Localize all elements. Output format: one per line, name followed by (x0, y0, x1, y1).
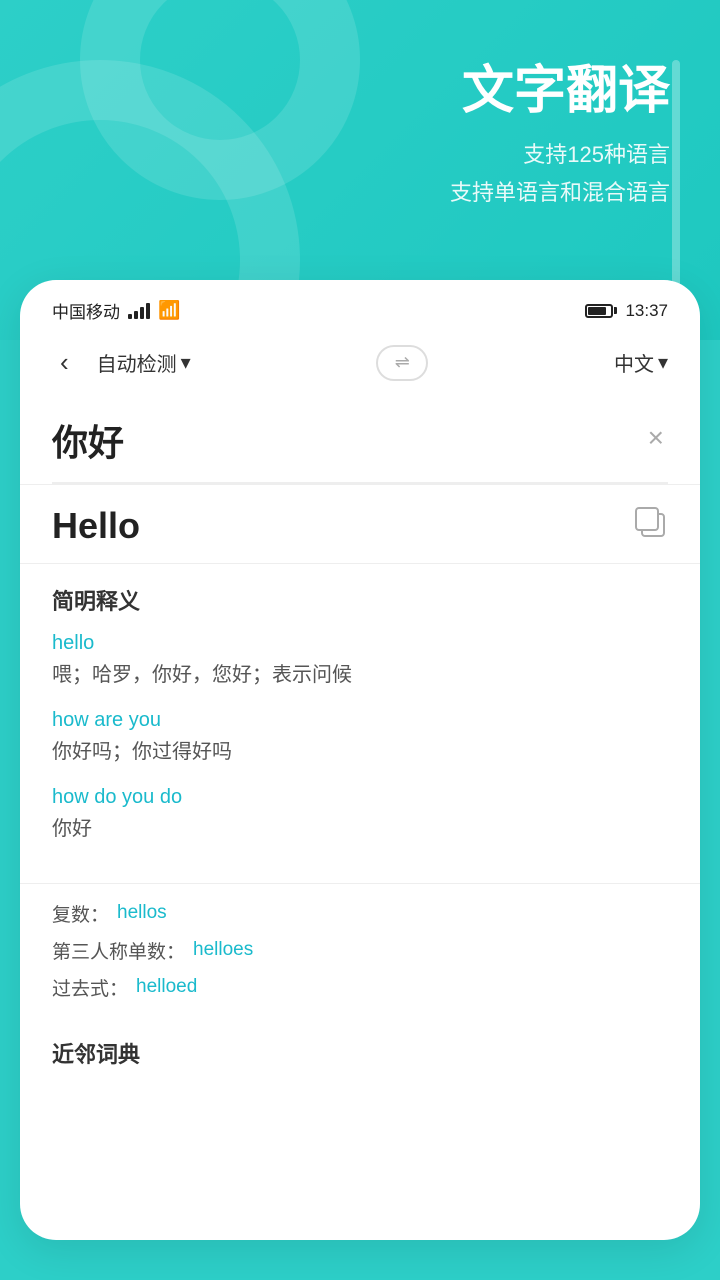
third-person-label: 第三人称单数： (52, 937, 185, 964)
status-right: 13:37 (585, 301, 668, 321)
copy-icon (632, 504, 668, 540)
def-meaning-3: 你好 (52, 813, 668, 845)
phone-card: 中国移动 📶 13:37 ‹ 自动检测 ▾ (20, 280, 700, 1240)
def-term-1[interactable]: hello (52, 632, 668, 655)
word-forms-area: 复数： hellos 第三人称单数： helloes 过去式： helloed (20, 883, 700, 1027)
source-language-arrow: ▾ (181, 350, 191, 375)
wifi-icon: 📶 (158, 300, 180, 321)
result-area: Hello (20, 485, 700, 564)
input-text[interactable]: 你好 (52, 414, 644, 466)
third-person-form-row: 第三人称单数： helloes (52, 937, 668, 964)
swap-language-button[interactable]: ⇌ (191, 345, 614, 381)
def-term-3[interactable]: how do you do (52, 786, 668, 809)
past-form-row: 过去式： helloed (52, 974, 668, 1001)
plural-form-row: 复数： hellos (52, 900, 668, 927)
plural-value[interactable]: hellos (117, 902, 167, 924)
past-label: 过去式： (52, 974, 128, 1001)
battery-icon (585, 304, 617, 318)
target-language-label: 中文 (614, 348, 654, 377)
target-language-arrow: ▾ (658, 350, 668, 375)
third-person-value[interactable]: helloes (193, 939, 253, 961)
input-area: 你好 × (20, 398, 700, 485)
target-language-selector[interactable]: 中文 ▾ (614, 348, 668, 377)
carrier-label: 中国移动 (52, 298, 120, 323)
swap-icon: ⇌ (395, 352, 410, 373)
copy-button[interactable] (632, 504, 668, 545)
past-value[interactable]: helloed (136, 976, 197, 998)
definitions-title: 简明释义 (52, 584, 668, 616)
subtitle-line-1: 支持125种语言 (450, 136, 670, 173)
related-section-title: 近邻词典 (20, 1027, 700, 1073)
result-text: Hello (52, 505, 668, 547)
source-language-selector[interactable]: 自动检测 ▾ (97, 348, 191, 377)
definition-entry-1: hello 喂；哈罗，你好，您好；表示问候 (52, 632, 668, 691)
plural-label: 复数： (52, 900, 109, 927)
definition-entry-2: how are you 你好吗；你过得好吗 (52, 709, 668, 768)
definitions-area: 简明释义 hello 喂；哈罗，你好，您好；表示问候 how are you 你… (20, 564, 700, 883)
time-label: 13:37 (625, 301, 668, 321)
back-button[interactable]: ‹ (52, 343, 77, 382)
nav-bar: ‹ 自动检测 ▾ ⇌ 中文 ▾ (20, 333, 700, 398)
swap-circle[interactable]: ⇌ (376, 345, 428, 381)
header-subtitle: 支持125种语言 支持单语言和混合语言 (450, 136, 670, 211)
signal-icon (128, 303, 150, 319)
source-language-label: 自动检测 (97, 348, 177, 377)
status-left: 中国移动 📶 (52, 298, 180, 323)
clear-button[interactable]: × (644, 418, 668, 458)
definition-entry-3: how do you do 你好 (52, 786, 668, 845)
input-row: 你好 × (52, 414, 668, 466)
def-meaning-2: 你好吗；你过得好吗 (52, 736, 668, 768)
input-divider (52, 482, 668, 484)
def-meaning-1: 喂；哈罗，你好，您好；表示问候 (52, 659, 668, 691)
def-term-2[interactable]: how are you (52, 709, 668, 732)
header-title: 文字翻译 (462, 60, 670, 122)
subtitle-line-2: 支持单语言和混合语言 (450, 174, 670, 211)
status-bar: 中国移动 📶 13:37 (20, 280, 700, 333)
